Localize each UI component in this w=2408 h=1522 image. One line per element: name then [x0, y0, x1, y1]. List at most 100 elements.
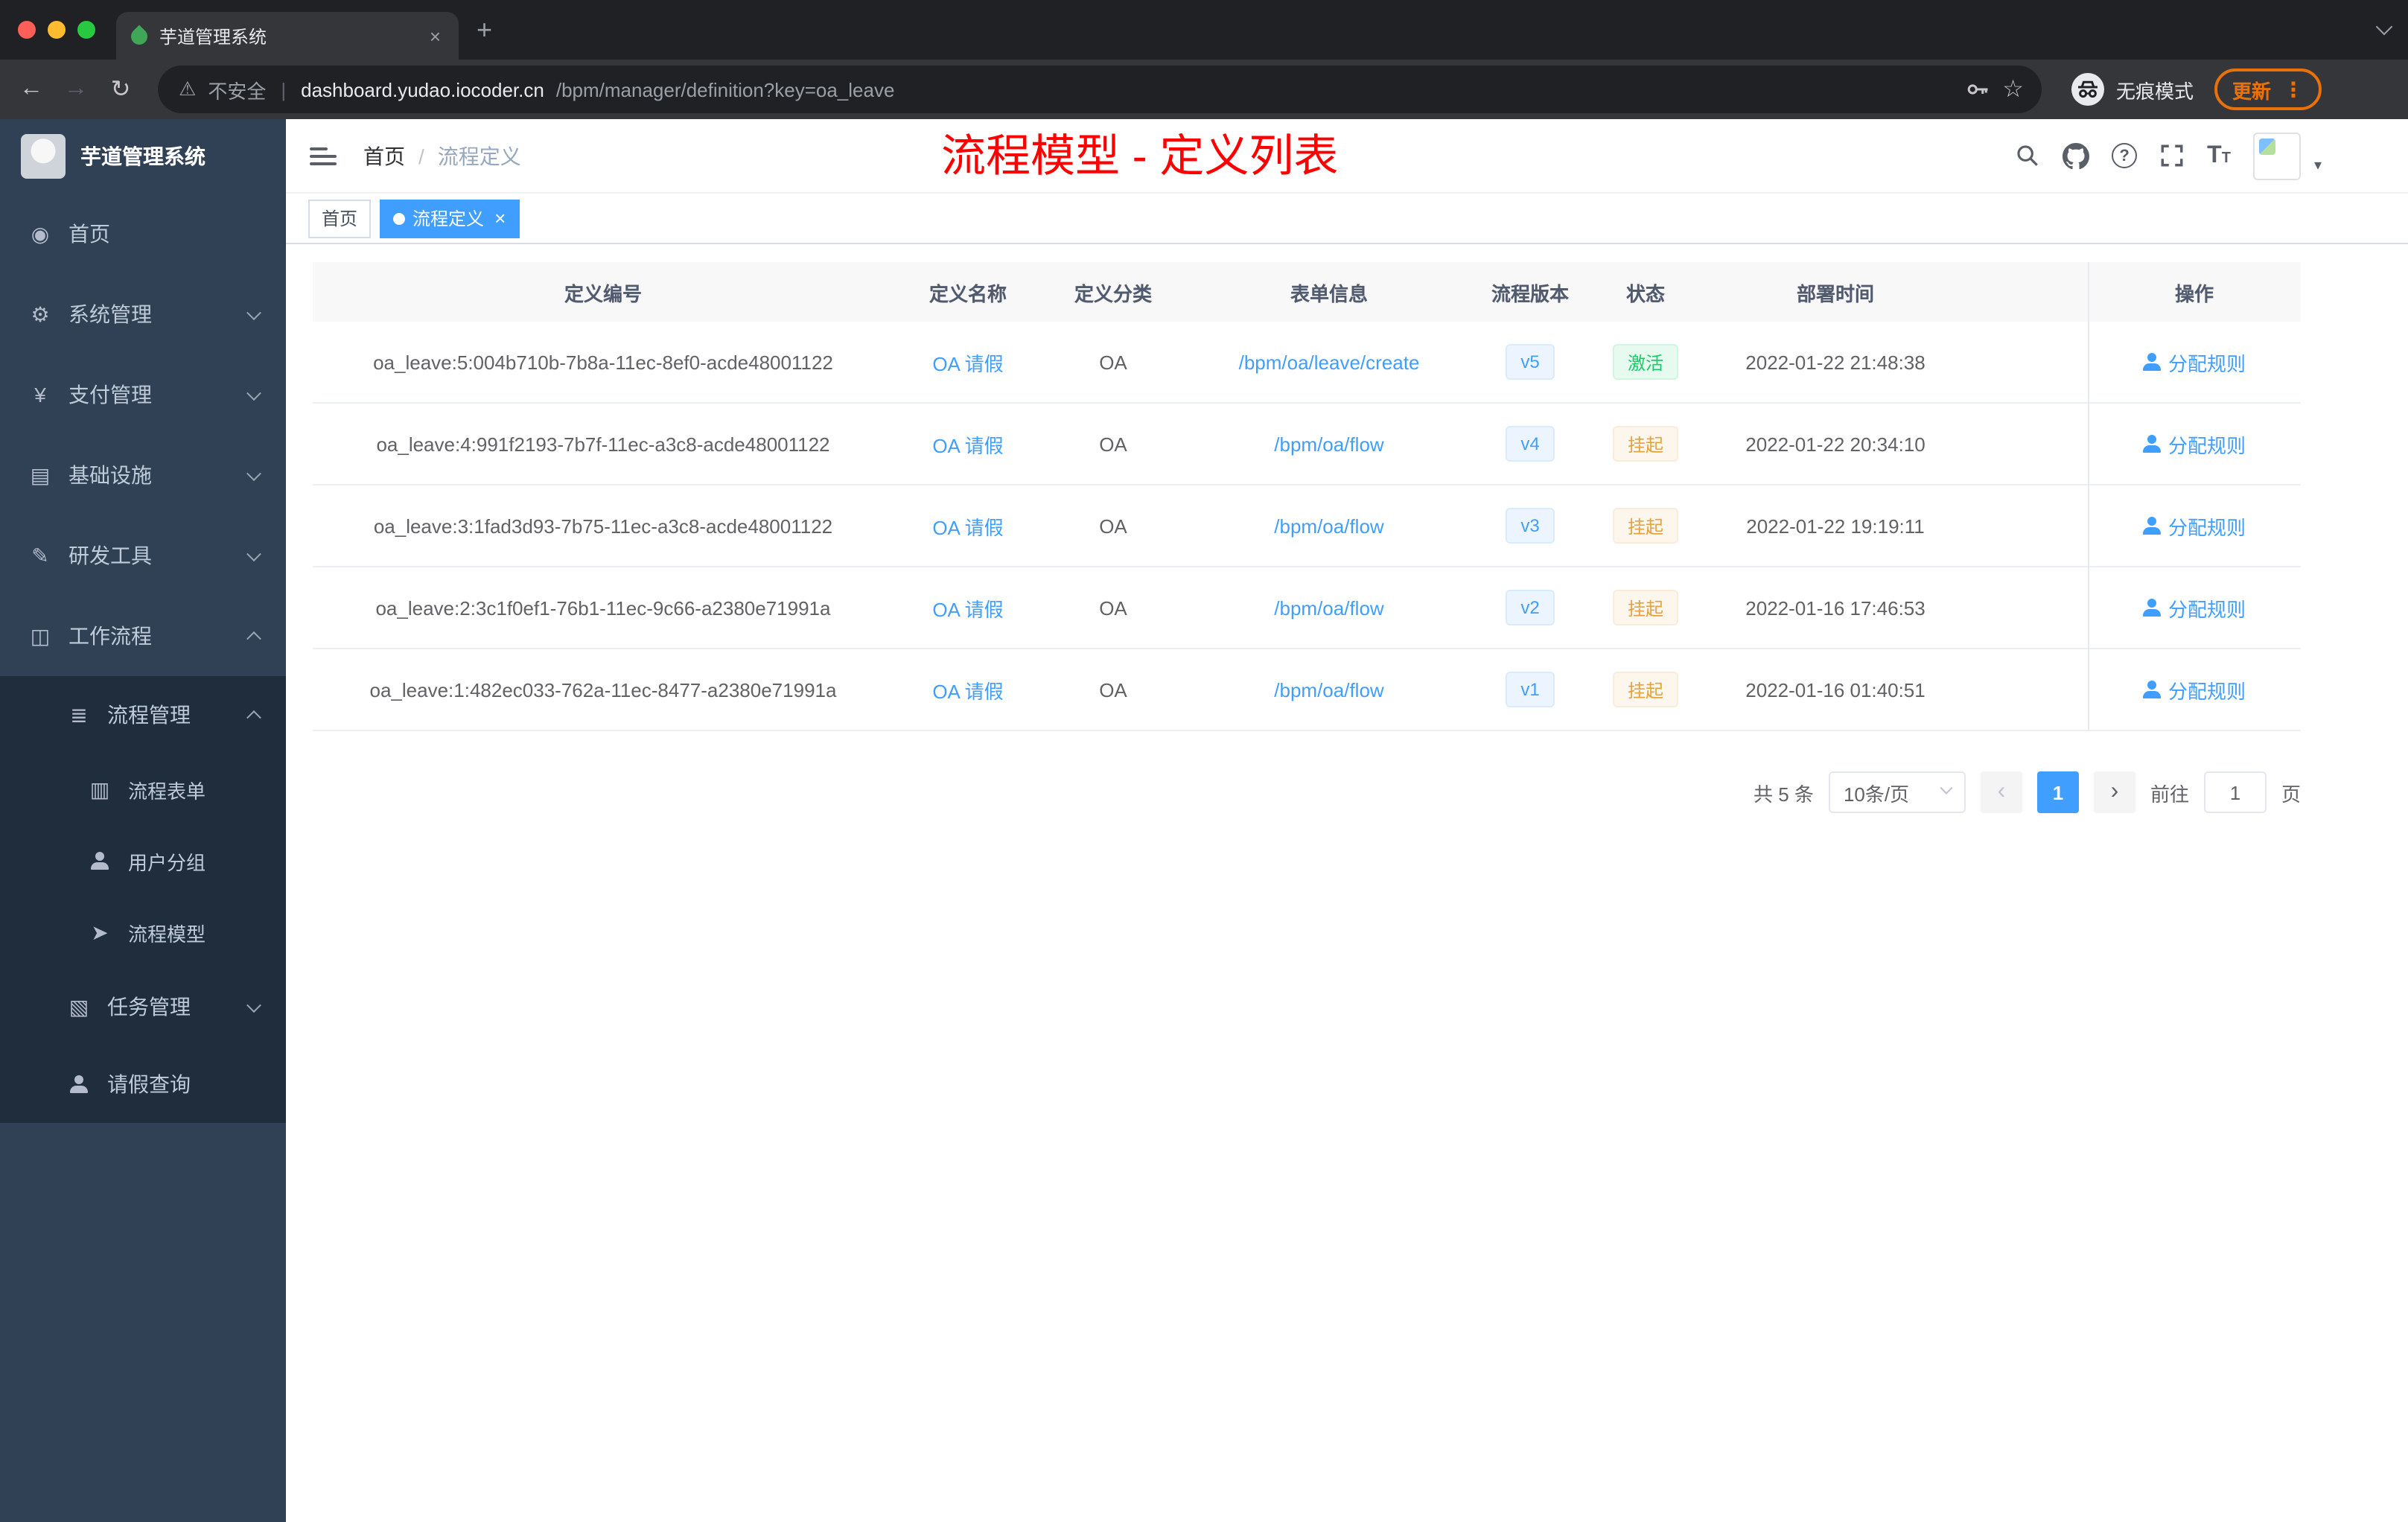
- logo-title: 芋道管理系统: [80, 144, 206, 168]
- definition-name-link[interactable]: OA 请假: [932, 348, 1003, 376]
- next-page-button[interactable]: ›: [2093, 771, 2135, 813]
- form-link[interactable]: /bpm/oa/flow: [1274, 596, 1383, 619]
- address-bar[interactable]: ⚠ 不安全 | dashboard.yudao.iocoder.cn /bpm/…: [158, 66, 2042, 113]
- form-cell: /bpm/oa/flow: [1184, 515, 1474, 537]
- definition-table: 定义编号 定义名称 定义分类 表单信息 流程版本 状态 部署时间 操作 oa_l…: [313, 262, 2301, 731]
- definition-name-link[interactable]: OA 请假: [932, 593, 1003, 622]
- not-secure-label: 不安全: [208, 80, 267, 102]
- breadcrumb-home[interactable]: 首页: [363, 141, 405, 171]
- sidebar-item-system[interactable]: ⚙ 系统管理: [0, 274, 286, 354]
- version-cell: v2: [1474, 590, 1586, 625]
- bookmark-star-icon[interactable]: ☆: [2002, 74, 2024, 104]
- forward-icon[interactable]: →: [54, 67, 98, 112]
- sidebar-item-process-mgmt[interactable]: ≣ 流程管理: [0, 676, 286, 754]
- definition-name-link[interactable]: OA 请假: [932, 430, 1003, 458]
- help-icon[interactable]: ?: [2112, 143, 2138, 168]
- definition-name-cell: OA 请假: [894, 430, 1042, 458]
- tab-search-chevron-icon[interactable]: [2375, 18, 2393, 36]
- reload-icon[interactable]: ↻: [98, 67, 143, 112]
- tab-favicon-icon: [127, 24, 151, 48]
- chevron-down-icon: [246, 305, 261, 320]
- incognito-label: 无痕模式: [2115, 80, 2194, 102]
- sidebar-item-label: 流程模型: [128, 923, 206, 945]
- font-size-icon[interactable]: TT: [2207, 143, 2231, 168]
- person-icon: [2142, 353, 2161, 371]
- form-cell: /bpm/oa/flow: [1184, 433, 1474, 455]
- github-icon[interactable]: [2063, 142, 2090, 169]
- avatar[interactable]: [2252, 132, 2301, 179]
- window-controls: [0, 0, 116, 60]
- maximize-window-button[interactable]: [77, 21, 95, 39]
- sidebar-item-leave-query[interactable]: 请假查询: [0, 1045, 286, 1123]
- assign-rule-link[interactable]: 分配规则: [2142, 512, 2246, 540]
- close-window-button[interactable]: [18, 21, 36, 39]
- users-icon: [86, 852, 113, 870]
- sidebar-item-process-form[interactable]: ▥ 流程表单: [0, 754, 286, 825]
- form-icon: ▥: [89, 777, 110, 800]
- assign-rule-link[interactable]: 分配规则: [2142, 430, 2246, 458]
- avatar-caret-icon[interactable]: ▾: [2314, 157, 2322, 179]
- assign-rule-link[interactable]: 分配规则: [2142, 593, 2246, 622]
- tag-首页[interactable]: 首页: [308, 199, 372, 238]
- sidebar-item-task-mgmt[interactable]: ▧ 任务管理: [0, 968, 286, 1045]
- minimize-window-button[interactable]: [48, 21, 66, 39]
- assign-rule-label: 分配规则: [2167, 434, 2246, 456]
- chevron-down-icon: [1940, 781, 1953, 795]
- form-cell: /bpm/oa/flow: [1184, 678, 1474, 701]
- action-cell: 分配规则: [2088, 675, 2301, 704]
- definition-name-link[interactable]: OA 请假: [932, 675, 1003, 704]
- assign-rule-link[interactable]: 分配规则: [2142, 348, 2246, 376]
- new-tab-button[interactable]: +: [459, 0, 510, 60]
- chevron-down-icon: [246, 997, 261, 1013]
- update-button[interactable]: 更新 ⋮: [2214, 69, 2322, 110]
- assign-rule-link[interactable]: 分配规则: [2142, 675, 2246, 704]
- sidebar-item-user-group[interactable]: 用户分组: [0, 825, 286, 897]
- browser-menu-kebab-icon[interactable]: ⋮: [2283, 77, 2304, 102]
- browser-tab[interactable]: 芋道管理系统 ×: [116, 12, 459, 60]
- tools-icon: ✎: [31, 543, 49, 567]
- form-link[interactable]: /bpm/oa/leave/create: [1239, 351, 1420, 373]
- search-icon[interactable]: [2015, 143, 2040, 168]
- deploy-time: 2022-01-16 17:46:53: [1745, 596, 1926, 619]
- tag-流程定义[interactable]: 流程定义 ×: [380, 199, 520, 238]
- status-tag: 挂起: [1612, 508, 1678, 544]
- version-cell: v1: [1474, 672, 1586, 707]
- sidebar-collapse-icon[interactable]: [310, 147, 337, 165]
- form-link[interactable]: /bpm/oa/flow: [1274, 433, 1383, 455]
- version-tag: v2: [1506, 590, 1555, 625]
- page-size-select[interactable]: 10条/页: [1828, 771, 1966, 813]
- close-icon[interactable]: ×: [494, 207, 506, 229]
- yen-icon: ¥: [34, 383, 46, 407]
- status-cell: 挂起: [1586, 508, 1705, 544]
- goto-page-input[interactable]: [2203, 771, 2267, 813]
- goto-label: 前往: [2150, 783, 2189, 805]
- definition-category: OA: [1099, 351, 1127, 373]
- back-icon[interactable]: ←: [9, 67, 54, 112]
- prev-page-button[interactable]: ‹: [1980, 771, 2022, 813]
- sidebar-menu: ◉ 首页 ⚙ 系统管理 ¥ 支付管理 ▤ 基础设施 ✎ 研发工具 ◫ 工作流程 ≣ 流程管理 ▥ 流程表单 用户…: [0, 194, 286, 1123]
- assign-rule-label: 分配规则: [2167, 680, 2246, 702]
- form-cell: /bpm/oa/leave/create: [1184, 351, 1474, 373]
- sidebar-item-devtools[interactable]: ✎ 研发工具: [0, 515, 286, 596]
- definition-category: OA: [1099, 596, 1127, 619]
- sidebar-item-workflow[interactable]: ◫ 工作流程: [0, 596, 286, 676]
- breadcrumb-current: 流程定义: [437, 144, 521, 168]
- page-number-button[interactable]: 1: [2036, 771, 2079, 813]
- form-link[interactable]: /bpm/oa/flow: [1274, 515, 1383, 537]
- sidebar-item-label: 研发工具: [69, 544, 152, 567]
- sidebar-logo[interactable]: 芋道管理系统: [0, 119, 286, 194]
- person-icon: [70, 1075, 88, 1093]
- sidebar-item-home[interactable]: ◉ 首页: [0, 194, 286, 274]
- fullscreen-icon[interactable]: [2159, 143, 2185, 168]
- form-link[interactable]: /bpm/oa/flow: [1274, 678, 1383, 701]
- sidebar-item-payment[interactable]: ¥ 支付管理: [0, 354, 286, 435]
- assign-rule-label: 分配规则: [2167, 516, 2246, 538]
- sidebar-item-infrastructure[interactable]: ▤ 基础设施: [0, 435, 286, 515]
- sidebar-item-process-model[interactable]: ➤ 流程模型: [0, 897, 286, 968]
- definition-name-cell: OA 请假: [894, 675, 1042, 704]
- incognito-icon: [2071, 73, 2104, 106]
- tab-close-icon[interactable]: ×: [427, 25, 444, 47]
- password-key-icon[interactable]: [1963, 76, 1990, 103]
- tag-active-dot: [393, 212, 406, 224]
- definition-name-link[interactable]: OA 请假: [932, 512, 1003, 540]
